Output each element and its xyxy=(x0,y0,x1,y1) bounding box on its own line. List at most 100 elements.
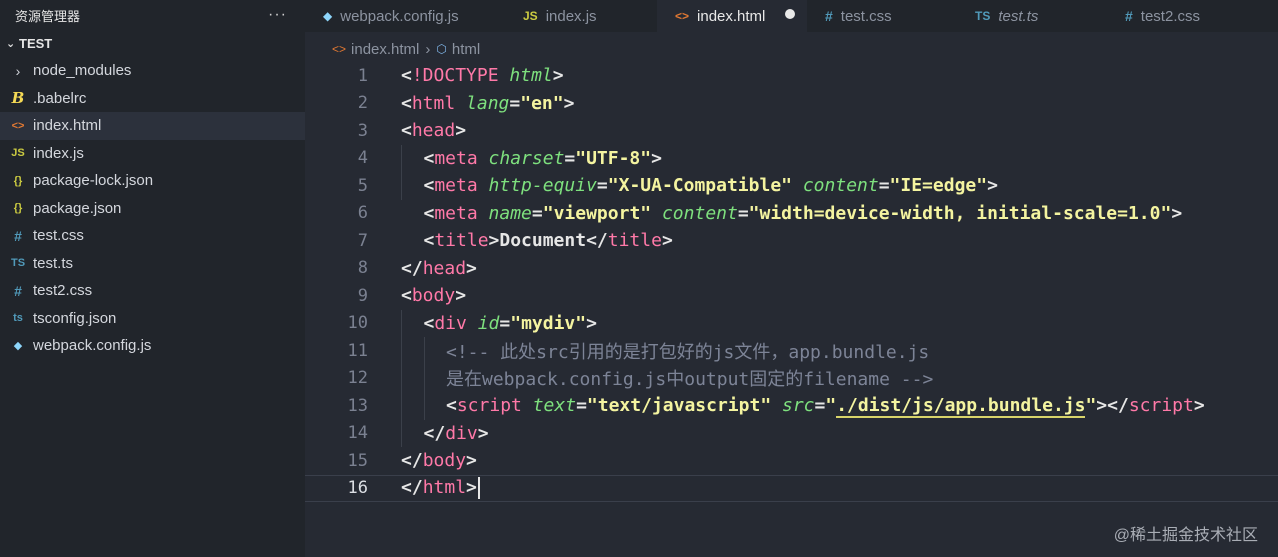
code-token: < xyxy=(423,312,435,334)
file-item-label: test.css xyxy=(33,227,84,245)
code-token: > xyxy=(466,450,477,472)
code-line[interactable]: 13 <script text="text/javascript" src="./… xyxy=(305,392,1278,420)
tab-label: test.ts xyxy=(998,7,1039,25)
code-line[interactable]: 3 <head> xyxy=(305,117,1278,145)
breadcrumb-file[interactable]: index.html xyxy=(351,41,419,58)
code-token: > xyxy=(987,175,998,197)
file-item[interactable]: # test2.css xyxy=(0,277,305,305)
explorer-header: 资源管理器 ··· xyxy=(0,0,305,30)
code-text: <title>Document</title> xyxy=(424,230,673,251)
code-line[interactable]: 14 </div> xyxy=(305,420,1278,448)
code-token: > xyxy=(455,120,467,142)
code-token: meta xyxy=(434,202,478,224)
line-number: 11 xyxy=(347,340,368,361)
code-token: = xyxy=(509,92,521,114)
file-item[interactable]: {} package.json xyxy=(0,195,305,223)
code-line[interactable]: 1 <!DOCTYPE html> xyxy=(305,62,1278,90)
code-line[interactable]: 2 <html lang="en"> xyxy=(305,90,1278,118)
file-item[interactable]: › node_modules xyxy=(0,57,305,85)
code-token: body xyxy=(422,450,467,472)
code-text: <meta http-equiv="X-UA-Compatible" conte… xyxy=(424,175,998,196)
code-token: > xyxy=(466,477,477,499)
code-token: " xyxy=(825,395,837,417)
line-number: 15 xyxy=(347,450,368,471)
unsaved-dot-icon[interactable] xyxy=(785,9,795,19)
html-file-icon: <> xyxy=(332,42,347,56)
breadcrumb-symbol[interactable]: html xyxy=(452,41,480,58)
line-number: 3 xyxy=(357,120,368,141)
file-item-label: test2.css xyxy=(33,282,93,300)
more-actions-icon[interactable]: ··· xyxy=(268,6,287,24)
file-item[interactable]: TS test.ts xyxy=(0,250,305,278)
js-file-icon: JS xyxy=(11,147,25,160)
project-folder[interactable]: ⌄ TEST xyxy=(0,30,305,57)
code-token: html xyxy=(411,92,456,114)
code-line[interactable]: 5 <meta http-equiv="X-UA-Compatible" cont… xyxy=(305,172,1278,200)
tab-index-js[interactable]: JS index.js xyxy=(505,0,657,32)
chevron-down-icon: ⌄ xyxy=(6,38,16,50)
code-token: < xyxy=(423,147,435,169)
editor-tabs: ◆ webpack.config.js JS index.js <> index.html… xyxy=(305,0,1278,32)
code-token: ./dist/js/app.bundle.js xyxy=(836,395,1086,419)
file-item[interactable]: # test.css xyxy=(0,222,305,250)
code-token: id xyxy=(477,312,500,334)
tab-webpack-config-js[interactable]: ◆ webpack.config.js xyxy=(305,0,505,32)
code-token: script xyxy=(1128,395,1194,417)
file-item[interactable]: {} package-lock.json xyxy=(0,167,305,195)
css-file-icon: # xyxy=(1125,8,1133,24)
code-token: = xyxy=(499,312,511,334)
code-line[interactable]: 12 是在webpack.config.js中output固定的filename … xyxy=(305,365,1278,393)
tab-test-ts[interactable]: TS test.ts xyxy=(957,0,1107,32)
code-token: html xyxy=(422,477,467,499)
code-token: charset xyxy=(488,147,565,169)
code-token: "en" xyxy=(520,92,564,114)
tab-test2-css[interactable]: # test2.css xyxy=(1107,0,1278,32)
code-line[interactable]: 8 </head> xyxy=(305,255,1278,283)
tab-index-html[interactable]: <> index.html xyxy=(657,0,807,32)
code-token: < xyxy=(401,285,412,307)
code-token: <!-- 此处src引用的是打包好的js文件，app.bundle.js xyxy=(446,341,930,363)
code-token: </ xyxy=(401,257,423,279)
code-token: "mydiv" xyxy=(510,312,587,334)
code-token: = xyxy=(531,202,543,224)
webpack-file-icon: ◆ xyxy=(323,9,333,23)
indent-guide xyxy=(423,337,425,420)
code-text: 是在webpack.config.js中output固定的filename --… xyxy=(446,365,933,391)
code-line[interactable]: 16 </html> xyxy=(305,474,1278,502)
line-number: 4 xyxy=(357,148,368,169)
tab-label: test.css xyxy=(840,7,892,25)
code-line[interactable]: 4 <meta charset="UTF-8"> xyxy=(305,145,1278,173)
file-item[interactable]: <> index.html xyxy=(0,112,305,140)
code-line[interactable]: 7 <title>Document</title> xyxy=(305,227,1278,255)
code-line[interactable]: 6 <meta name="viewport" content="width=de… xyxy=(305,200,1278,228)
js-file-icon: JS xyxy=(523,9,538,23)
tab-label: index.html xyxy=(697,7,766,25)
code-line[interactable]: 11 <!-- 此处src引用的是打包好的js文件，app.bundle.js xyxy=(305,337,1278,365)
code-text: <body> xyxy=(401,285,466,306)
code-editor[interactable]: 1 <!DOCTYPE html> 2 <html lang="en"> 3 <head>… xyxy=(305,62,1278,557)
code-text: <meta name="viewport" content="width=dev… xyxy=(424,203,1183,224)
code-text: <div id="mydiv"> xyxy=(424,313,597,334)
file-item[interactable]: JS index.js xyxy=(0,140,305,168)
file-item[interactable]: ts tsconfig.json xyxy=(0,305,305,333)
code-text: </div> xyxy=(424,423,489,444)
code-token: name xyxy=(488,202,532,224)
tsconfig-file-icon: ts xyxy=(13,312,23,325)
tab-test-css[interactable]: # test.css xyxy=(807,0,957,32)
file-item[interactable]: B .babelrc xyxy=(0,85,305,113)
code-token: > xyxy=(1171,202,1183,224)
code-text: <head> xyxy=(401,120,466,141)
file-item[interactable]: ◆ webpack.config.js xyxy=(0,332,305,360)
code-line[interactable]: 15 </body> xyxy=(305,447,1278,475)
code-token: content xyxy=(661,202,738,224)
code-line[interactable]: 9 <body> xyxy=(305,282,1278,310)
code-token: head xyxy=(422,257,467,279)
line-number: 9 xyxy=(357,285,368,306)
ts-file-icon: TS xyxy=(975,9,991,23)
code-token: src xyxy=(782,395,815,417)
code-line[interactable]: 10 <div id="mydiv"> xyxy=(305,310,1278,338)
line-number: 14 xyxy=(347,423,368,444)
